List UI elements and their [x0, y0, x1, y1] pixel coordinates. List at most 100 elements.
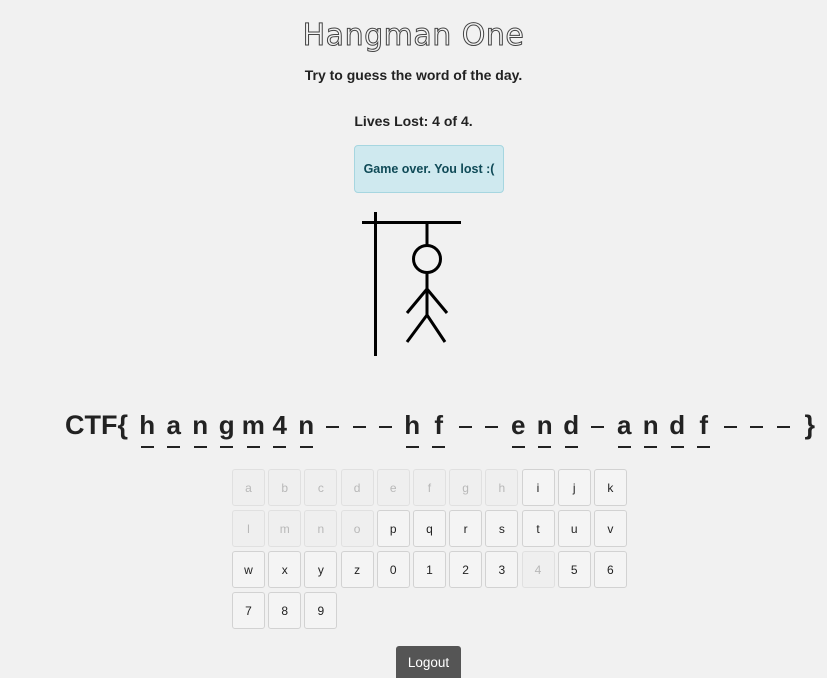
key-f: f [412, 469, 446, 506]
word-slot-blank [585, 406, 612, 448]
key-2[interactable]: 2 [449, 551, 483, 588]
word-slot-char: d [563, 410, 580, 440]
word-slot-underline [246, 446, 260, 448]
word-slot-letter: h [399, 406, 426, 448]
key-5[interactable]: 5 [557, 551, 591, 588]
letter-keyboard: abcdefghijk lmnopqrstuv wxyz0123456 789 [232, 469, 627, 629]
word-slot-char: h [404, 410, 421, 440]
word-slot-underline [140, 446, 154, 448]
word-slot-letter: m [240, 406, 267, 448]
key-z[interactable]: z [340, 551, 374, 588]
word-slot-blank [770, 406, 797, 448]
page-title: Hangman One [302, 18, 525, 54]
key-n: n [304, 510, 338, 547]
key-8[interactable]: 8 [268, 592, 302, 629]
logout-button[interactable]: Logout [396, 646, 461, 678]
word-prefix: CTF{ [65, 410, 128, 440]
key-6[interactable]: 6 [593, 551, 627, 588]
word-slot-letter: a [161, 406, 188, 448]
key-e: e [376, 469, 410, 506]
word-suffix: } [804, 410, 816, 440]
word-slot-blank [373, 406, 400, 448]
word-slot-char: n [536, 410, 553, 440]
key-r[interactable]: r [449, 510, 483, 547]
word-slot-char: g [218, 410, 235, 440]
key-j[interactable]: j [557, 469, 591, 506]
word-slot-char: d [669, 410, 686, 440]
word-slot-underline [299, 446, 313, 448]
key-h: h [485, 469, 519, 506]
key-y[interactable]: y [304, 551, 338, 588]
word-slot-letter: f [426, 406, 453, 448]
word-slot-char [724, 406, 737, 444]
key-s[interactable]: s [485, 510, 519, 547]
word-slot-char [379, 406, 392, 444]
key-v[interactable]: v [593, 510, 627, 547]
word-slot-blank [744, 406, 771, 448]
word-slot-char [777, 406, 790, 444]
word-slot-underline [538, 446, 552, 448]
word-slot-underline [193, 446, 207, 448]
word-slot-char: a [617, 410, 632, 440]
key-4: 4 [521, 551, 555, 588]
word-slot-char: n [642, 410, 659, 440]
word-slot-underline [273, 446, 287, 448]
word-slot-letter: f [691, 406, 718, 448]
guess-word: CTF{ hangm4nhfendandf } [65, 406, 815, 456]
word-slot-char: a [166, 410, 181, 440]
word-slot-char: e [511, 410, 526, 440]
key-k[interactable]: k [593, 469, 627, 506]
key-3[interactable]: 3 [485, 551, 519, 588]
key-u[interactable]: u [557, 510, 591, 547]
word-slot-underline [511, 446, 525, 448]
word-slot-letter: n [638, 406, 665, 448]
word-slot-blank [452, 406, 479, 448]
word-slot-char: 4 [272, 410, 287, 440]
word-slot-underline [564, 446, 578, 448]
word-slot-char: f [434, 410, 444, 440]
word-slot-blank [479, 406, 506, 448]
word-slot-letter: h [134, 406, 161, 448]
word-slot-char [591, 406, 604, 444]
game-over-alert: Game over. You lost :( [354, 145, 504, 193]
key-m: m [268, 510, 302, 547]
key-0[interactable]: 0 [376, 551, 410, 588]
key-o: o [340, 510, 374, 547]
key-c: c [304, 469, 338, 506]
word-slot-underline [220, 446, 234, 448]
word-slot-letter: d [558, 406, 585, 448]
key-7[interactable]: 7 [232, 592, 265, 629]
key-i[interactable]: i [521, 469, 555, 506]
key-p[interactable]: p [376, 510, 410, 547]
key-q[interactable]: q [412, 510, 446, 547]
hangman-figure-icon [362, 212, 461, 356]
word-slot-char: f [699, 410, 709, 440]
word-slot-underline [644, 446, 658, 448]
word-slot-blank [346, 406, 373, 448]
word-slot-char: n [298, 410, 315, 440]
game-over-alert-text: Game over. You lost :( [363, 162, 495, 176]
key-1[interactable]: 1 [412, 551, 446, 588]
key-d: d [340, 469, 374, 506]
key-w[interactable]: w [232, 551, 265, 588]
lives-lost-text: Lives Lost: 4 of 4. [354, 113, 473, 129]
key-b: b [268, 469, 302, 506]
word-slots: hangm4nhfendandf [134, 406, 797, 448]
word-slot-letter: g [214, 406, 241, 448]
word-slot-char [485, 406, 498, 444]
word-slot-letter: n [293, 406, 320, 448]
key-x[interactable]: x [268, 551, 302, 588]
key-l: l [232, 510, 265, 547]
word-slot-char [353, 406, 366, 444]
key-g: g [449, 469, 483, 506]
word-slot-char [326, 406, 339, 444]
word-slot-blank [320, 406, 347, 448]
word-slot-char [750, 406, 763, 444]
key-a: a [232, 469, 265, 506]
word-slot-underline [405, 446, 419, 448]
word-slot-underline [670, 446, 684, 448]
key-t[interactable]: t [521, 510, 555, 547]
word-slot-letter: d [664, 406, 691, 448]
page-subtitle: Try to guess the word of the day. [304, 67, 523, 83]
key-9[interactable]: 9 [304, 592, 338, 629]
